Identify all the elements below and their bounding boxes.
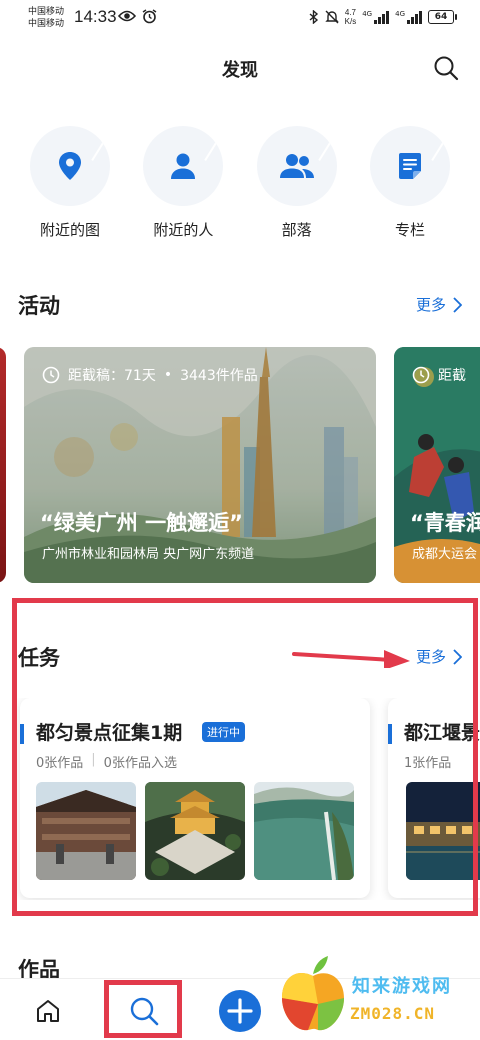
signal-tag-2: 4G [395, 10, 405, 18]
quick-entry-circle [256, 126, 337, 206]
quick-entry-label: 附近的图 [39, 221, 100, 239]
activity-count: 3443件作品 [180, 368, 258, 384]
activity-card-meta: 距截稿：71天 • 3443件作品 [42, 365, 258, 385]
group-icon [279, 154, 314, 178]
meta-separator: • [163, 367, 173, 383]
clock-icon [42, 366, 60, 384]
battery-icon: 64 [428, 10, 457, 24]
quick-entry-column[interactable]: 专栏 [369, 126, 450, 241]
activity-card-meta: 距截 [412, 365, 466, 385]
status-bar: 中国移动 中国移动 14:33 4.7 K/s 4G 4G 64 [0, 0, 480, 36]
alarm-icon [142, 9, 157, 24]
activity-card-title: “青春润 [410, 511, 480, 535]
carrier-1: 中国移动 [28, 7, 65, 17]
carrier-labels: 中国移动 中国移动 [28, 6, 64, 30]
net-speed-value: 4.7 [344, 8, 356, 17]
signal-icon-2: 4G [395, 10, 422, 24]
activity-card-prev[interactable] [0, 347, 6, 583]
status-time: 14:33 [74, 7, 117, 26]
header: 发现 [0, 36, 480, 100]
search-icon [434, 56, 459, 81]
plus-icon [219, 990, 261, 1032]
document-icon [398, 153, 421, 179]
quick-entries: 附近的图 附近的人 部落 专栏 [0, 126, 480, 241]
clock-icon [412, 366, 430, 384]
quick-entry-tribe[interactable]: 部落 [256, 126, 337, 241]
activity-deadline: 距截 [438, 368, 466, 384]
watermark-text-2: ZM028.CN [350, 1004, 436, 1023]
location-pin-icon [59, 152, 81, 180]
eye-icon [118, 10, 136, 22]
status-left-icons [118, 9, 157, 24]
activity-deadline: 距截稿：71天 [68, 368, 156, 384]
more-label: 更多 [415, 296, 446, 314]
page-title: 发现 [222, 60, 258, 81]
status-right-icons: 4.7 K/s 4G 4G 64 [309, 8, 457, 26]
person-icon [171, 153, 196, 179]
nav-discover-highlight [104, 980, 182, 1038]
activity-card-subtitle: 广州市林业和园林局 央广网广东频道 [42, 547, 255, 562]
arrow-annotation-icon [292, 650, 410, 668]
quick-entry-label: 附近的人 [153, 221, 214, 239]
quick-entry-circle [369, 126, 450, 206]
activity-card-subtitle: 成都大运会 [412, 547, 478, 562]
mute-bell-icon [324, 10, 339, 24]
activity-card-next[interactable]: 距截 “青春润 成都大运会 [394, 347, 480, 583]
bluetooth-icon [309, 10, 318, 24]
quick-entry-nearby-people[interactable]: 附近的人 [143, 126, 224, 241]
nav-home[interactable] [26, 989, 70, 1033]
activity-more-link[interactable]: 更多 [416, 294, 462, 315]
activity-card-title: “绿美广州 一触邂逅” [40, 511, 243, 535]
activity-section-header: 活动 更多 [0, 286, 480, 326]
watermark: 知来游戏网 ZM028.CN [278, 950, 478, 1040]
apple-logo-icon [282, 956, 344, 1031]
watermark-text-1: 知来游戏网 [352, 976, 452, 997]
carrier-2: 中国移动 [28, 19, 65, 29]
quick-entry-nearby-photos[interactable]: 附近的图 [30, 126, 110, 241]
net-speed: 4.7 K/s [345, 8, 357, 26]
search-button[interactable] [428, 50, 464, 86]
nav-publish-button[interactable] [218, 989, 262, 1033]
home-icon [37, 1000, 59, 1022]
signal-icon: 4G [362, 10, 390, 24]
quick-entry-circle [143, 126, 224, 206]
activity-carousel[interactable]: 距截稿：71天 • 3443件作品 “绿美广州 一触邂逅” 广州市林业和园林局 … [0, 347, 480, 583]
activity-title: 活动 [18, 294, 60, 318]
signal-tag-1: 4G [362, 10, 373, 18]
quick-entry-label: 专栏 [394, 221, 425, 239]
chevron-right-icon [453, 296, 462, 313]
quick-entry-circle [30, 126, 110, 206]
net-speed-unit: K/s [344, 17, 357, 26]
activity-card[interactable]: 距截稿：71天 • 3443件作品 “绿美广州 一触邂逅” 广州市林业和园林局 … [24, 347, 376, 583]
quick-entry-label: 部落 [281, 221, 312, 239]
